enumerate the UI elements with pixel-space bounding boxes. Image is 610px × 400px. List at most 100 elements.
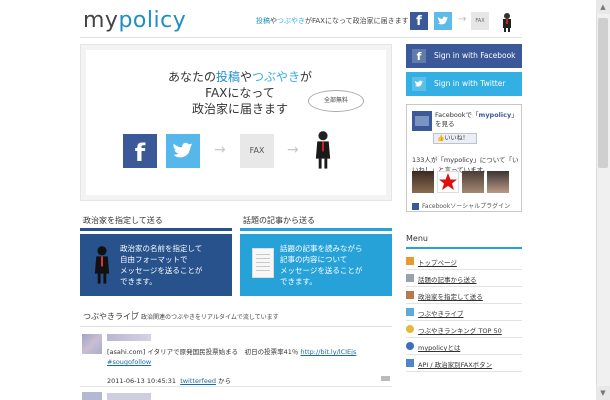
tweet-action-icon[interactable] bbox=[381, 376, 390, 381]
tagline-post: 投稿 bbox=[256, 17, 270, 25]
hero-title: あなたの投稿やつぶやきが FAXになって 政治家に届きます bbox=[160, 69, 320, 117]
menu-title: Menu bbox=[406, 234, 428, 243]
tweet-source-link[interactable]: twitterfeed bbox=[180, 377, 216, 385]
menu-item-api[interactable]: API / 政治家別FAXボタン bbox=[406, 355, 522, 372]
menu-item-label: つぶやきライブ bbox=[418, 310, 464, 318]
politician-icon bbox=[406, 291, 414, 299]
home-icon bbox=[406, 257, 414, 265]
hero-title-line2: FAXになって bbox=[205, 86, 275, 100]
header-arrow-icon: → bbox=[458, 14, 467, 25]
scroll-thumb[interactable] bbox=[598, 18, 608, 168]
tweet-meta: 2011-06-13 10:45:31 twitterfeed から bbox=[107, 375, 231, 385]
menu-item-label: トップページ bbox=[418, 259, 457, 267]
document-icon bbox=[252, 248, 274, 278]
scroll-down-icon[interactable]: ▼ bbox=[596, 386, 610, 400]
card-heading-bar bbox=[80, 228, 232, 231]
tweet-avatar[interactable] bbox=[82, 392, 102, 400]
card-description: 話題の記事を読みながら 記事の内容について メッセージを送ることが できます。 bbox=[280, 243, 363, 287]
hero-arrow-icon: → bbox=[287, 142, 299, 158]
hero-title-part: あなたの bbox=[167, 70, 216, 84]
fb-page-link[interactable]: mypolicy bbox=[479, 111, 512, 119]
fb-like-button[interactable]: 👍いいね！ bbox=[433, 133, 477, 144]
sign-in-facebook-button[interactable]: f Sign in with Facebook bbox=[406, 44, 522, 68]
ranking-icon bbox=[406, 325, 414, 333]
hero-title-post: 投稿 bbox=[215, 70, 240, 84]
fb-like-label: いいね！ bbox=[444, 135, 469, 142]
hero-title-tweet: つぶやき bbox=[252, 70, 301, 84]
free-badge: 全部無料 bbox=[308, 90, 364, 112]
card-line: できます。 bbox=[120, 277, 157, 286]
tweet-timestamp: 2011-06-13 10:45:31 bbox=[107, 377, 177, 385]
card-line: 記事の内容について bbox=[280, 255, 348, 264]
facebook-small-icon bbox=[412, 203, 419, 210]
tagline-or: や bbox=[270, 17, 277, 25]
fan-avatar[interactable] bbox=[412, 171, 434, 193]
tweet-link[interactable]: http://bit.ly/lCIEjs bbox=[300, 348, 356, 356]
tweets-live-title: つぶやきライブ bbox=[83, 312, 139, 321]
card-heading-bar bbox=[240, 228, 392, 231]
live-icon bbox=[406, 308, 414, 316]
tagline-tweet: つぶやき bbox=[277, 17, 305, 25]
facebook-icon: f bbox=[412, 49, 426, 63]
menu-item-label: API / 政治家別FAXボタン bbox=[418, 361, 493, 369]
hero-inner: あなたの投稿やつぶやきが FAXになって 政治家に届きます 全部無料 f → F… bbox=[86, 50, 386, 195]
tweet-username[interactable] bbox=[107, 393, 151, 400]
header-fax-icon: FAX bbox=[471, 12, 489, 30]
card-line: メッセージを送ることが bbox=[280, 266, 363, 275]
menu-item-ranking[interactable]: つぶやきランキング TOP 50 bbox=[406, 321, 522, 338]
card-description: 政治家の名前を指定して 自由フォーマットで メッセージを送ることが できます。 bbox=[120, 243, 202, 287]
hero-title-part: が bbox=[300, 70, 313, 84]
menu-item-live[interactable]: つぶやきライブ bbox=[406, 304, 522, 321]
header-politician-icon bbox=[500, 12, 514, 32]
hero-title-part: や bbox=[239, 70, 252, 84]
site-header: mypolicy 投稿やつぶやきがFAXになって政治家に届きます f → FAX bbox=[0, 0, 596, 40]
menu-item-top[interactable]: トップページ bbox=[406, 253, 522, 270]
menu-item-politician[interactable]: 政治家を指定して送る bbox=[406, 287, 522, 304]
fb-plugin-label: Facebookソーシャルプラグイン bbox=[422, 203, 511, 210]
header-tagline: 投稿やつぶやきがFAXになって政治家に届きます bbox=[256, 16, 409, 26]
scroll-up-icon[interactable]: ▲ bbox=[596, 0, 610, 14]
hero-banner: あなたの投稿やつぶやきが FAXになって 政治家に届きます 全部無料 f → F… bbox=[80, 44, 392, 201]
sign-in-twitter-label: Sign in with Twitter bbox=[434, 79, 506, 88]
tweet-text: [asahi.com] イタリアで原発国民投票始まる 初日の投票率41％ htt… bbox=[107, 347, 387, 367]
card-heading-article: 話題の記事から送る bbox=[243, 216, 315, 225]
menu-item-about[interactable]: mypolicyとは bbox=[406, 338, 522, 355]
tweet-body: [asahi.com] イタリアで原発国民投票始まる 初日の投票率41％ bbox=[107, 348, 299, 356]
card-line: メッセージを送ることが bbox=[120, 266, 203, 275]
card-line: できます。 bbox=[280, 277, 317, 286]
menu-divider bbox=[406, 247, 522, 249]
header-twitter-icon bbox=[434, 12, 452, 30]
help-icon bbox=[406, 342, 414, 350]
menu-item-label: つぶやきランキング TOP 50 bbox=[418, 327, 502, 335]
hero-title-line1: あなたの投稿やつぶやきが bbox=[160, 69, 320, 85]
sign-in-twitter-button[interactable]: Sign in with Twitter bbox=[406, 72, 522, 96]
hero-facebook-icon: f bbox=[123, 134, 157, 168]
tweet-username[interactable] bbox=[107, 334, 151, 341]
fan-avatar[interactable] bbox=[437, 171, 459, 193]
sign-in-facebook-label: Sign in with Facebook bbox=[434, 51, 516, 60]
tweets-live-subtitle: 政治関連のつぶやきをリアルタイムで流しています bbox=[141, 314, 279, 321]
card-line: 自由フォーマットで bbox=[120, 255, 188, 264]
page-thumbnail[interactable] bbox=[412, 111, 432, 131]
header-facebook-icon: f bbox=[410, 12, 428, 30]
tweet-hashtag[interactable]: #sougofollow bbox=[107, 358, 151, 366]
fb-page-name: Facebookで「mypolicy」を見る bbox=[435, 111, 519, 129]
header-divider bbox=[80, 37, 522, 38]
tweet-avatar[interactable] bbox=[82, 334, 102, 354]
send-to-politician-card[interactable]: 政治家の名前を指定して 自由フォーマットで メッセージを送ることが できます。 bbox=[80, 234, 232, 296]
news-icon bbox=[406, 274, 414, 282]
fan-avatar[interactable] bbox=[487, 171, 509, 193]
card-heading-politician: 政治家を指定して送る bbox=[83, 216, 163, 225]
card-line: 話題の記事を読みながら bbox=[280, 244, 363, 253]
menu-item-label: mypolicyとは bbox=[418, 344, 461, 352]
politician-icon bbox=[92, 244, 112, 290]
twitter-icon bbox=[412, 77, 426, 91]
menu-item-articles[interactable]: 話題の記事から送る bbox=[406, 270, 522, 287]
menu-item-label: 政治家を指定して送る bbox=[418, 293, 483, 301]
vertical-scrollbar[interactable]: ▲ ▼ bbox=[596, 0, 610, 400]
fb-social-plugin[interactable]: Facebookソーシャルプラグイン bbox=[412, 201, 510, 210]
site-logo[interactable]: mypolicy bbox=[83, 8, 186, 33]
send-from-article-card[interactable]: 話題の記事を読みながら 記事の内容について メッセージを送ることが できます。 bbox=[240, 234, 392, 296]
hero-arrow-icon: → bbox=[214, 142, 226, 158]
fan-avatar[interactable] bbox=[462, 171, 484, 193]
